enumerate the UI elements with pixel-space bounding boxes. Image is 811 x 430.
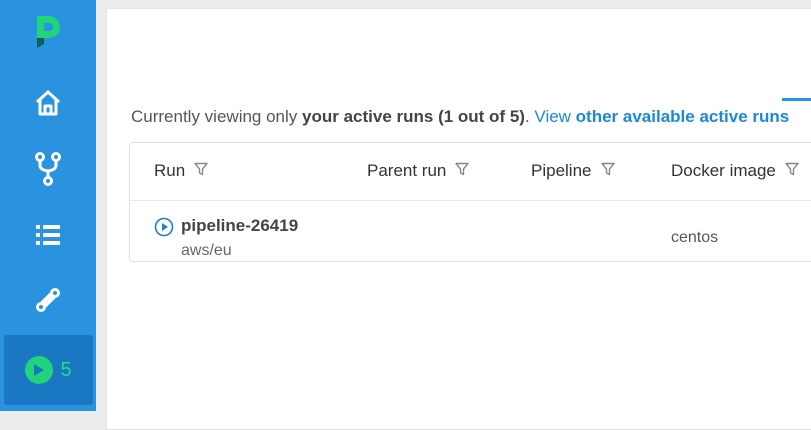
fork-icon xyxy=(34,152,62,186)
filter-icon[interactable] xyxy=(185,161,208,181)
column-header-run[interactable]: Run xyxy=(154,161,208,181)
nav-pipelines[interactable] xyxy=(0,146,96,192)
other-runs-link[interactable]: other available active runs xyxy=(576,107,790,126)
nav-active-runs[interactable]: 5 xyxy=(4,335,93,405)
docker-image-cell: centos xyxy=(671,229,719,246)
column-header-pipeline[interactable]: Pipeline xyxy=(531,161,615,181)
filter-icon[interactable] xyxy=(592,161,615,181)
filter-icon[interactable] xyxy=(446,161,470,181)
view-link[interactable]: View xyxy=(534,107,575,126)
main-panel: Currently viewing only your active runs … xyxy=(106,8,811,430)
app-logo[interactable] xyxy=(33,14,65,50)
column-header-docker-image[interactable]: Docker image xyxy=(671,161,799,181)
active-runs-count: 5 xyxy=(60,358,72,381)
play-circle-icon xyxy=(25,356,54,384)
run-status-icon xyxy=(154,217,174,242)
nav-home[interactable] xyxy=(0,80,96,126)
tools-icon xyxy=(34,286,62,314)
active-tab-indicator xyxy=(782,98,811,101)
nav-tools[interactable] xyxy=(0,277,96,323)
filter-icon[interactable] xyxy=(776,161,799,181)
runs-table: Run Parent run Pipeline Docker image pip… xyxy=(129,142,811,262)
active-runs-info: Currently viewing only your active runs … xyxy=(131,107,789,127)
nav-library[interactable] xyxy=(0,212,96,258)
sidebar: 5 xyxy=(0,0,96,411)
table-header-divider xyxy=(130,200,811,201)
run-region: aws/eu xyxy=(181,242,232,259)
run-name[interactable]: pipeline-26419 xyxy=(181,216,298,236)
info-prefix: Currently viewing only xyxy=(131,107,303,126)
list-icon xyxy=(36,224,60,246)
info-suffix: . xyxy=(524,107,535,126)
info-bold: your active runs (1 out of 5) xyxy=(302,107,525,126)
home-icon xyxy=(34,89,62,117)
column-header-parent-run[interactable]: Parent run xyxy=(367,161,470,181)
